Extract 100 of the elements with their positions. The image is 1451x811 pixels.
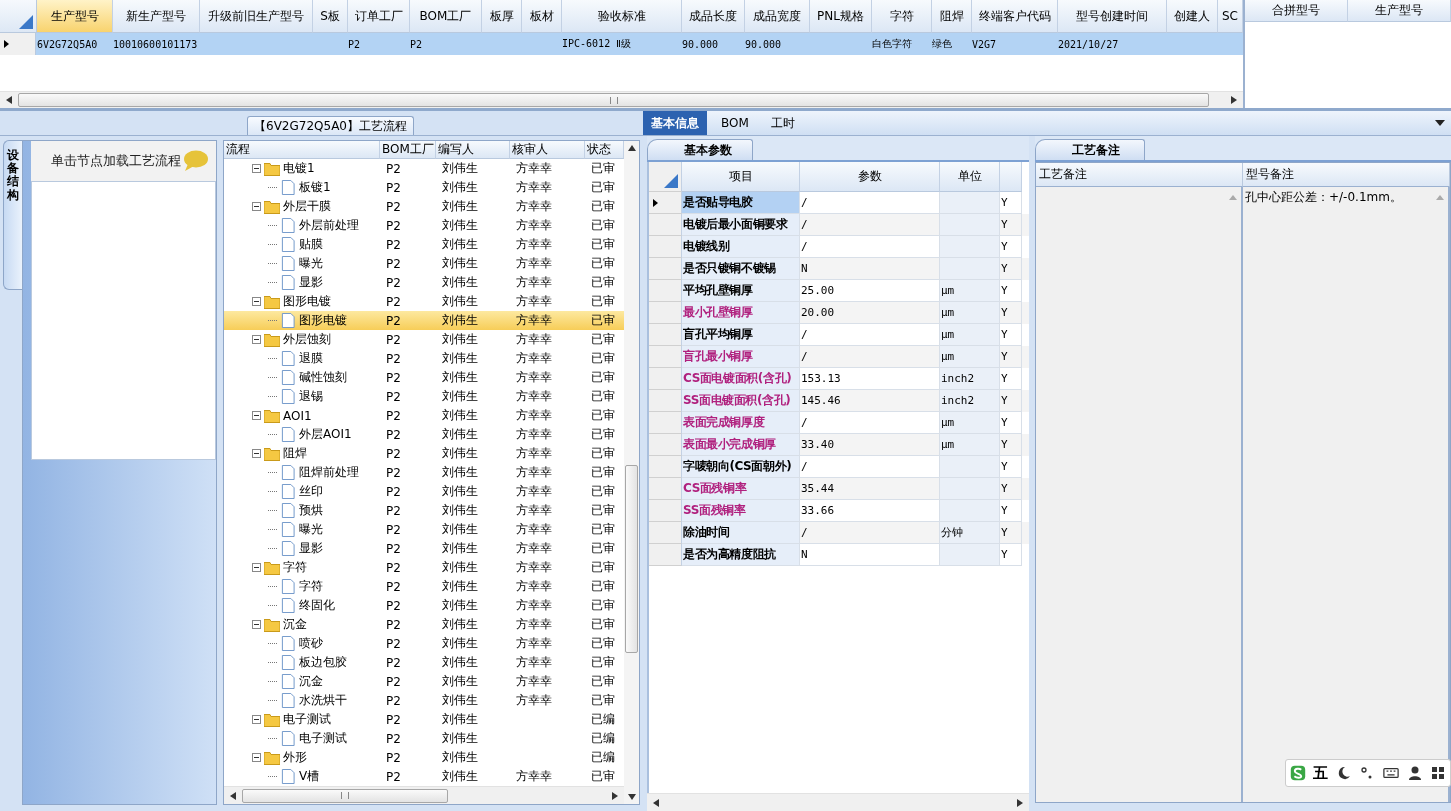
- keyboard-icon[interactable]: [1383, 765, 1400, 781]
- column-header[interactable]: 字符: [872, 0, 932, 33]
- column-header[interactable]: 升级前旧生产型号: [200, 0, 313, 33]
- column-header[interactable]: 参数: [800, 162, 940, 192]
- collapse-icon[interactable]: [252, 449, 261, 458]
- column-header[interactable]: S板: [313, 0, 348, 33]
- scroll-left-icon[interactable]: [653, 798, 659, 807]
- column-header[interactable]: 成品宽度: [745, 0, 810, 33]
- collapse-icon[interactable]: [252, 753, 261, 762]
- scroll-right-icon[interactable]: [1017, 798, 1023, 807]
- tree-row[interactable]: 外形 P2 刘伟生 已编: [224, 748, 624, 767]
- table-row[interactable]: 盲孔最小铜厚 / μm Y: [649, 346, 1029, 368]
- column-header[interactable]: 阻焊: [932, 0, 972, 33]
- tree-row[interactable]: 阻焊前处理 P2 刘伟生 方幸幸 已审: [224, 463, 624, 482]
- horizontal-scrollbar[interactable]: [0, 91, 1243, 108]
- column-header[interactable]: 新生产型号: [113, 0, 200, 33]
- scroll-thumb[interactable]: [18, 93, 1209, 107]
- column-header[interactable]: 成品长度: [682, 0, 745, 33]
- scroll-thumb[interactable]: [625, 465, 638, 653]
- column-header[interactable]: 工艺备注: [1036, 163, 1243, 187]
- column-header[interactable]: 型号备注: [1243, 163, 1450, 187]
- tab[interactable]: 基本信息: [643, 111, 707, 135]
- column-header[interactable]: 订单工厂: [348, 0, 410, 33]
- tree-row[interactable]: 碱性蚀刻 P2 刘伟生 方幸幸 已审: [224, 368, 624, 387]
- table-row[interactable]: 除油时间 / 分钟 Y: [649, 522, 1029, 544]
- collapse-icon[interactable]: [252, 563, 261, 572]
- column-header[interactable]: PNL规格: [810, 0, 872, 33]
- tree-row[interactable]: 电子测试 P2 刘伟生 已编: [224, 710, 624, 729]
- column-header[interactable]: 生产型号: [37, 0, 113, 33]
- input-method-logo-icon[interactable]: [1289, 765, 1306, 781]
- tree-row[interactable]: 外层AOI1 P2 刘伟生 方幸幸 已审: [224, 425, 624, 444]
- scroll-up-icon[interactable]: [627, 145, 636, 151]
- tree-row[interactable]: 字符 P2 刘伟生 方幸幸 已审: [224, 577, 624, 596]
- tree-row[interactable]: 图形电镀 P2 刘伟生 方幸幸 已审: [224, 311, 624, 330]
- scroll-left-icon[interactable]: [230, 791, 236, 800]
- table-row[interactable]: 是否只镀铜不镀锡 N Y: [649, 258, 1029, 280]
- column-header[interactable]: 状态: [585, 141, 624, 159]
- collapse-icon[interactable]: [252, 411, 261, 420]
- tree-row[interactable]: 曝光 P2 刘伟生 方幸幸 已审: [224, 254, 624, 273]
- table-row[interactable]: 电镀后最小面铜要求 / Y: [649, 214, 1029, 236]
- collapse-icon[interactable]: [252, 715, 261, 724]
- horizontal-scrollbar[interactable]: [224, 786, 624, 804]
- tree-row[interactable]: V槽 P2 刘伟生 方幸幸 已审: [224, 767, 624, 786]
- tab[interactable]: 基本参数: [647, 139, 753, 160]
- tab[interactable]: BOM: [713, 111, 757, 135]
- column-header[interactable]: 验收标准: [562, 0, 682, 33]
- column-header[interactable]: 单位: [940, 162, 1000, 192]
- tree-row[interactable]: 退锡 P2 刘伟生 方幸幸 已审: [224, 387, 624, 406]
- tree-row[interactable]: 终固化 P2 刘伟生 方幸幸 已审: [224, 596, 624, 615]
- tree-row[interactable]: 字符 P2 刘伟生 方幸幸 已审: [224, 558, 624, 577]
- tree-row[interactable]: 预烘 P2 刘伟生 方幸幸 已审: [224, 501, 624, 520]
- user-icon[interactable]: [1406, 765, 1423, 781]
- column-header[interactable]: 板厚: [482, 0, 522, 33]
- column-header[interactable]: 型号创建时间: [1058, 0, 1167, 33]
- table-row[interactable]: SS面电镀面积(含孔) 145.46 inch2 Y: [649, 390, 1029, 412]
- table-row[interactable]: 最小孔壁铜厚 20.00 μm Y: [649, 302, 1029, 324]
- horizontal-scrollbar[interactable]: [647, 793, 1029, 811]
- tree-row[interactable]: 外层蚀刻 P2 刘伟生 方幸幸 已审: [224, 330, 624, 349]
- column-header[interactable]: 项目: [682, 162, 800, 192]
- tree-row[interactable]: 板镀1 P2 刘伟生 方幸幸 已审: [224, 178, 624, 197]
- column-header[interactable]: BOM工厂: [410, 0, 482, 33]
- tree-row[interactable]: 显影 P2 刘伟生 方幸幸 已审: [224, 273, 624, 292]
- tree-row[interactable]: 电子测试 P2 刘伟生 已编: [224, 729, 624, 748]
- scroll-right-icon[interactable]: [1231, 96, 1237, 104]
- tree-row[interactable]: 喷砂 P2 刘伟生 方幸幸 已审: [224, 634, 624, 653]
- column-header[interactable]: 生产型号: [1348, 0, 1451, 22]
- scroll-right-icon[interactable]: [612, 791, 618, 800]
- tree-row[interactable]: 曝光 P2 刘伟生 方幸幸 已审: [224, 520, 624, 539]
- tree-row[interactable]: AOI1 P2 刘伟生 方幸幸 已审: [224, 406, 624, 425]
- column-header[interactable]: 流程: [224, 141, 380, 159]
- tree-row[interactable]: 丝印 P2 刘伟生 方幸幸 已审: [224, 482, 624, 501]
- tree-row[interactable]: 阻焊 P2 刘伟生 方幸幸 已审: [224, 444, 624, 463]
- tree-row[interactable]: 板边包胶 P2 刘伟生 方幸幸 已审: [224, 653, 624, 672]
- column-header[interactable]: 合拼型号: [1245, 0, 1348, 22]
- table-row[interactable]: 表面最小完成铜厚 33.40 μm Y: [649, 434, 1029, 456]
- side-tab[interactable]: 设备结构: [3, 140, 22, 290]
- tree-row[interactable]: 显影 P2 刘伟生 方幸幸 已审: [224, 539, 624, 558]
- dropdown-icon[interactable]: [1435, 120, 1445, 126]
- column-header[interactable]: 创建人: [1167, 0, 1218, 33]
- scroll-down-icon[interactable]: [627, 794, 636, 800]
- column-header[interactable]: 核审人: [510, 141, 585, 159]
- scroll-left-icon[interactable]: [6, 96, 12, 104]
- column-header[interactable]: 编写人: [436, 141, 510, 159]
- collapse-icon[interactable]: [252, 164, 261, 173]
- tab[interactable]: 工艺备注: [1035, 139, 1145, 160]
- collapse-icon[interactable]: [252, 297, 261, 306]
- tree-row[interactable]: 外层干膜 P2 刘伟生 方幸幸 已审: [224, 197, 624, 216]
- tree-row[interactable]: 外层前处理 P2 刘伟生 方幸幸 已审: [224, 216, 624, 235]
- tree-row[interactable]: 电镀1 P2 刘伟生 方幸幸 已审: [224, 159, 624, 178]
- scroll-thumb[interactable]: [242, 788, 448, 803]
- input-mode-button[interactable]: 五: [1313, 763, 1329, 783]
- table-row[interactable]: CS面残铜率 35.44 Y: [649, 478, 1029, 500]
- column-header[interactable]: 板材: [522, 0, 562, 33]
- column-header[interactable]: SC: [1218, 0, 1243, 33]
- tree-row[interactable]: 退膜 P2 刘伟生 方幸幸 已审: [224, 349, 624, 368]
- vertical-scrollbar[interactable]: [624, 141, 639, 804]
- tab[interactable]: 工时: [762, 111, 803, 135]
- tree-row[interactable]: 水洗烘干 P2 刘伟生 方幸幸 已审: [224, 691, 624, 710]
- tree-row[interactable]: 贴膜 P2 刘伟生 方幸幸 已审: [224, 235, 624, 254]
- collapse-icon[interactable]: [252, 202, 261, 211]
